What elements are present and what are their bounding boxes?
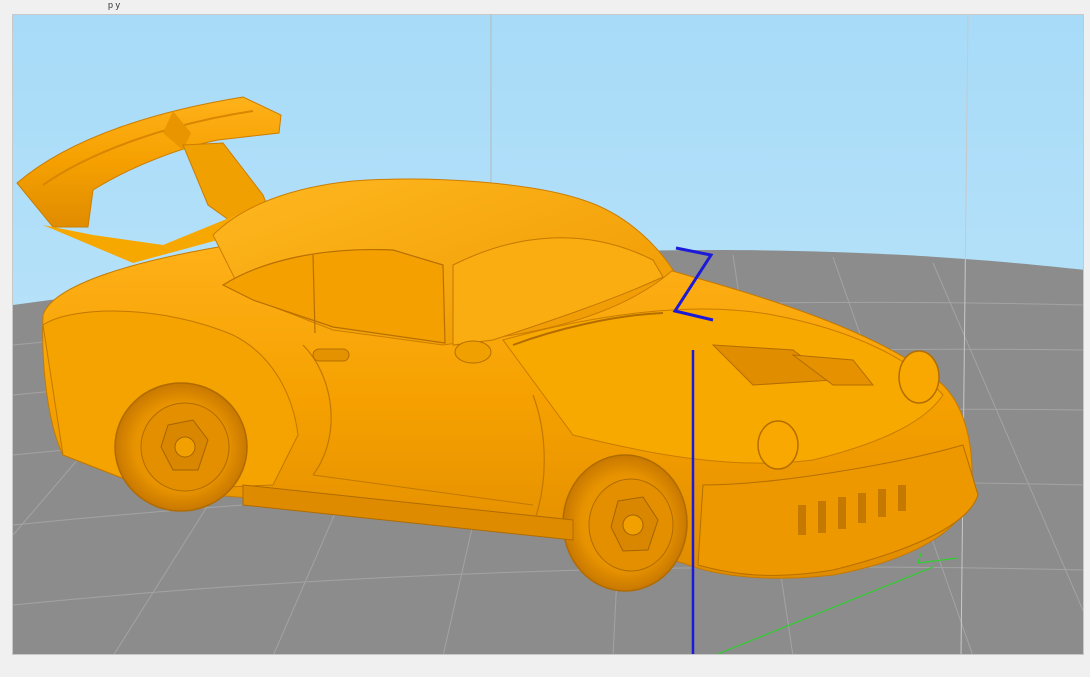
door-handle [312, 348, 350, 362]
window-title-bar: p y [0, 0, 1090, 14]
side-mirror [454, 340, 492, 364]
headlight-right [898, 350, 940, 404]
rear-wheel [114, 382, 248, 512]
headlight-left [757, 420, 799, 470]
window-title: p y [108, 0, 121, 10]
status-bar [0, 655, 1090, 677]
3d-viewport[interactable] [12, 14, 1084, 655]
front-wheel [562, 454, 688, 592]
